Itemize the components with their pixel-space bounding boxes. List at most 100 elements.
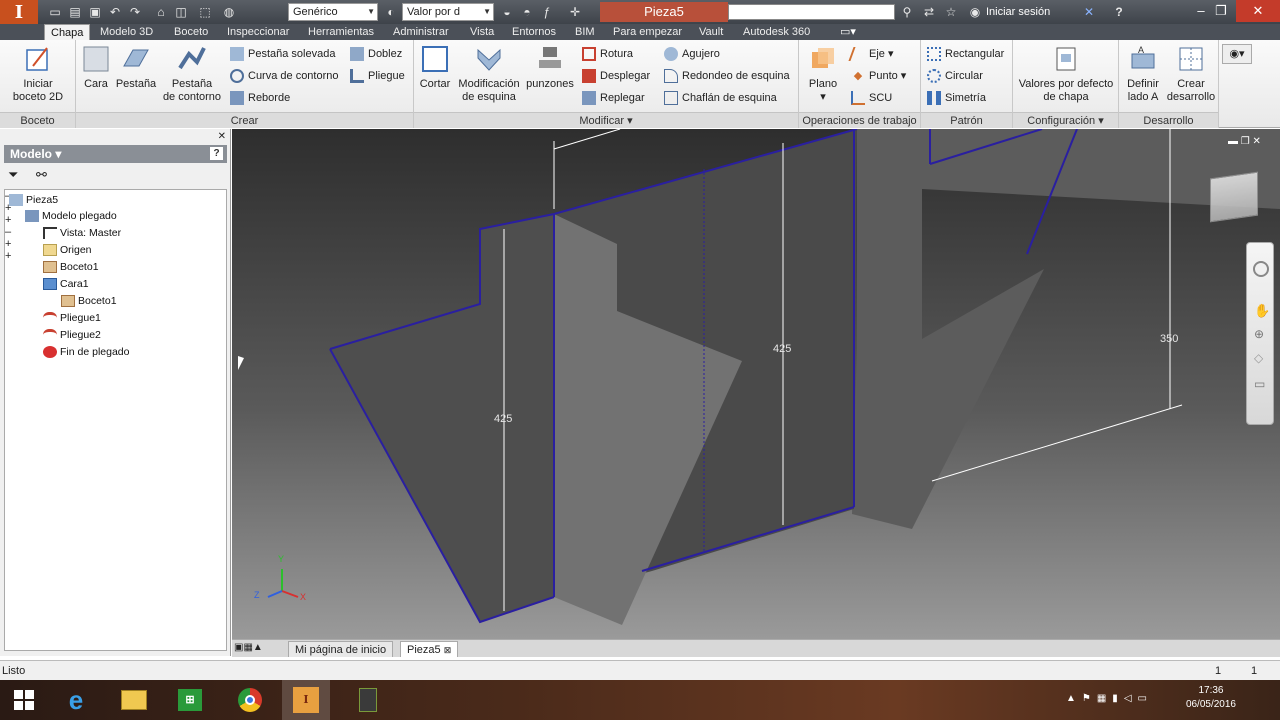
filter-icon[interactable]: ⏷ xyxy=(8,167,18,183)
clock[interactable]: 17:36 06/05/2016 xyxy=(1186,684,1236,712)
point-button[interactable]: ◆ Punto ▾ xyxy=(851,67,907,85)
user-icon[interactable]: ◉ xyxy=(966,3,984,21)
open-file-icon[interactable]: ▤ xyxy=(66,3,84,21)
tree-node-folded-model[interactable]: Modelo plegado xyxy=(25,208,117,224)
style-combo[interactable]: Genérico ▼ xyxy=(288,3,378,21)
viewport-window-controls[interactable]: ▬ ❐ ✕ xyxy=(1228,136,1261,147)
star-icon[interactable]: ☆ xyxy=(942,3,960,21)
update-icon[interactable]: ◫ xyxy=(172,3,190,21)
tree-node-end-of-folded[interactable]: Fin de plegado xyxy=(43,344,129,360)
tab-para-empezar[interactable]: Para empezar xyxy=(611,24,684,40)
select-icon[interactable]: ⬚ xyxy=(196,3,214,21)
tab-herramientas[interactable]: Herramientas xyxy=(306,24,376,40)
new-file-icon[interactable]: ▭ xyxy=(46,3,64,21)
appearance-combo[interactable]: Valor por d ▼ xyxy=(402,3,494,21)
mirror-button[interactable]: Simetría xyxy=(927,89,986,107)
expand-icon[interactable]: + xyxy=(5,250,226,262)
tab-vault[interactable]: Vault xyxy=(697,24,725,40)
pan-icon[interactable]: ✋ xyxy=(1254,303,1270,319)
dimension-label[interactable]: 425 xyxy=(494,413,512,425)
punch-button[interactable]: punzones xyxy=(524,44,576,91)
tab-overflow-icon[interactable]: ▭▾ xyxy=(838,24,858,40)
hem-button[interactable]: Reborde xyxy=(230,89,290,107)
tree-node-face-sketch1[interactable]: Boceto1 xyxy=(61,293,117,309)
corner-round-button[interactable]: Redondeo de esquina xyxy=(664,67,790,85)
unfold-button[interactable]: Desplegar xyxy=(582,67,650,85)
inventor-taskbar-icon[interactable]: I xyxy=(282,680,330,720)
home-icon[interactable]: ⌂ xyxy=(152,3,170,21)
rectangular-pattern-button[interactable]: Rectangular xyxy=(927,45,1004,63)
axis-button[interactable]: Eje ▾ xyxy=(848,45,893,63)
browser-help-icon[interactable]: ? xyxy=(210,147,223,160)
tab-entornos[interactable]: Entornos xyxy=(510,24,558,40)
lofted-flange-button[interactable]: Pestaña solevada xyxy=(230,45,335,63)
steering-wheel-icon[interactable] xyxy=(1253,261,1269,277)
tab-administrar[interactable]: Administrar xyxy=(391,24,451,40)
ucs-button[interactable]: SCU xyxy=(851,89,892,107)
appearance-icon[interactable]: ◐ xyxy=(382,3,400,21)
redo-icon[interactable]: ↷ xyxy=(126,3,144,21)
material-icon[interactable]: ◍ xyxy=(220,3,238,21)
tab-inspeccionar[interactable]: Inspeccionar xyxy=(225,24,291,40)
measure-icon[interactable]: ◒ xyxy=(498,3,516,21)
parameters-icon[interactable]: ƒ xyxy=(538,3,556,21)
contour-flange-button[interactable]: Pestaña de contorno xyxy=(160,44,224,104)
circular-pattern-button[interactable]: Circular xyxy=(927,67,983,85)
restore-button[interactable]: ❐ xyxy=(1206,0,1236,22)
refold-button[interactable]: Replegar xyxy=(582,89,645,107)
undo-icon[interactable]: ↶ xyxy=(106,3,124,21)
tree-node-origin[interactable]: Origen xyxy=(43,242,92,258)
internet-explorer-icon[interactable]: e xyxy=(52,680,100,720)
dimension-label[interactable]: 425 xyxy=(773,343,791,355)
store-icon[interactable]: ⊞ xyxy=(166,680,214,720)
sheet-defaults-button[interactable]: Valores por defecto de chapa xyxy=(1015,44,1117,104)
tab-chapa[interactable]: Chapa xyxy=(44,24,91,40)
rip-button[interactable]: Rotura xyxy=(582,45,633,63)
close-tab-icon[interactable]: ⊠ xyxy=(444,645,452,655)
tab-modelo-3d[interactable]: Modelo 3D xyxy=(98,24,155,40)
save-icon[interactable]: ▣ xyxy=(86,3,104,21)
search-input[interactable] xyxy=(728,4,895,20)
look-at-icon[interactable]: ▭ xyxy=(1254,377,1265,391)
binoculars-icon[interactable]: ⚲ xyxy=(898,3,916,21)
create-flat-pattern-button[interactable]: Crear desarrollo xyxy=(1165,44,1217,104)
close-button[interactable]: ✕ xyxy=(1236,0,1280,22)
dimension-label[interactable]: 350 xyxy=(1160,333,1178,345)
tree-node-view-master[interactable]: Vista: Master xyxy=(43,225,121,241)
browser-close-icon[interactable]: ✕ xyxy=(218,131,226,142)
viewcube-icon[interactable] xyxy=(1210,171,1258,223)
fold-button[interactable]: Doblez xyxy=(350,45,402,63)
ribbon-options-icon[interactable]: ◉▾ xyxy=(1222,44,1252,64)
tab-part[interactable]: Pieza5 ⊠ xyxy=(400,641,459,657)
system-tray-icons[interactable]: ▲⚑▦▮◁▭ xyxy=(1066,693,1153,704)
panel-label-modificar[interactable]: Modificar ▾ xyxy=(414,112,798,128)
tree-node-bend2[interactable]: Pliegue2 xyxy=(43,327,101,343)
move-icon[interactable]: ✛ xyxy=(566,3,584,21)
cut-button[interactable]: Cortar xyxy=(418,44,452,91)
file-explorer-icon[interactable] xyxy=(110,680,158,720)
tree-node-sketch1[interactable]: Boceto1 xyxy=(43,259,99,275)
binoculars-icon[interactable]: ⚯ xyxy=(36,167,47,183)
define-a-side-button[interactable]: A Definir lado A xyxy=(1121,44,1165,104)
start-sketch-button[interactable]: Iniciar boceto 2D xyxy=(8,44,68,104)
tree-node-part[interactable]: Pieza5 xyxy=(9,192,58,208)
recorder-icon[interactable] xyxy=(344,680,392,720)
plane-button[interactable]: Plano ▾ xyxy=(803,44,843,104)
tree-node-bend1[interactable]: Pliegue1 xyxy=(43,310,101,326)
autodesk-x-icon[interactable]: ✕ xyxy=(1080,3,1098,21)
tab-boceto[interactable]: Boceto xyxy=(172,24,210,40)
tab-home-page[interactable]: Mi página de inicio xyxy=(288,641,394,657)
zoom-icon[interactable]: ⊕ xyxy=(1254,327,1264,341)
inventor-app-icon[interactable]: I xyxy=(0,0,38,24)
bend-button[interactable]: Pliegue xyxy=(350,67,405,85)
hole-button[interactable]: Agujero xyxy=(664,45,720,63)
orbit-icon[interactable]: ◇ xyxy=(1254,351,1263,365)
flange-button[interactable]: Pestaña xyxy=(114,44,158,91)
windows-start-icon[interactable] xyxy=(0,680,48,720)
tree-node-face1[interactable]: Cara1 xyxy=(43,276,89,292)
face-button[interactable]: Cara xyxy=(80,44,112,91)
tab-vista[interactable]: Vista xyxy=(468,24,496,40)
help-icon[interactable]: ? xyxy=(1110,3,1128,21)
corner-chamfer-button[interactable]: Chaflán de esquina xyxy=(664,89,777,107)
corner-edit-button[interactable]: Modificación de esquina xyxy=(454,44,524,104)
